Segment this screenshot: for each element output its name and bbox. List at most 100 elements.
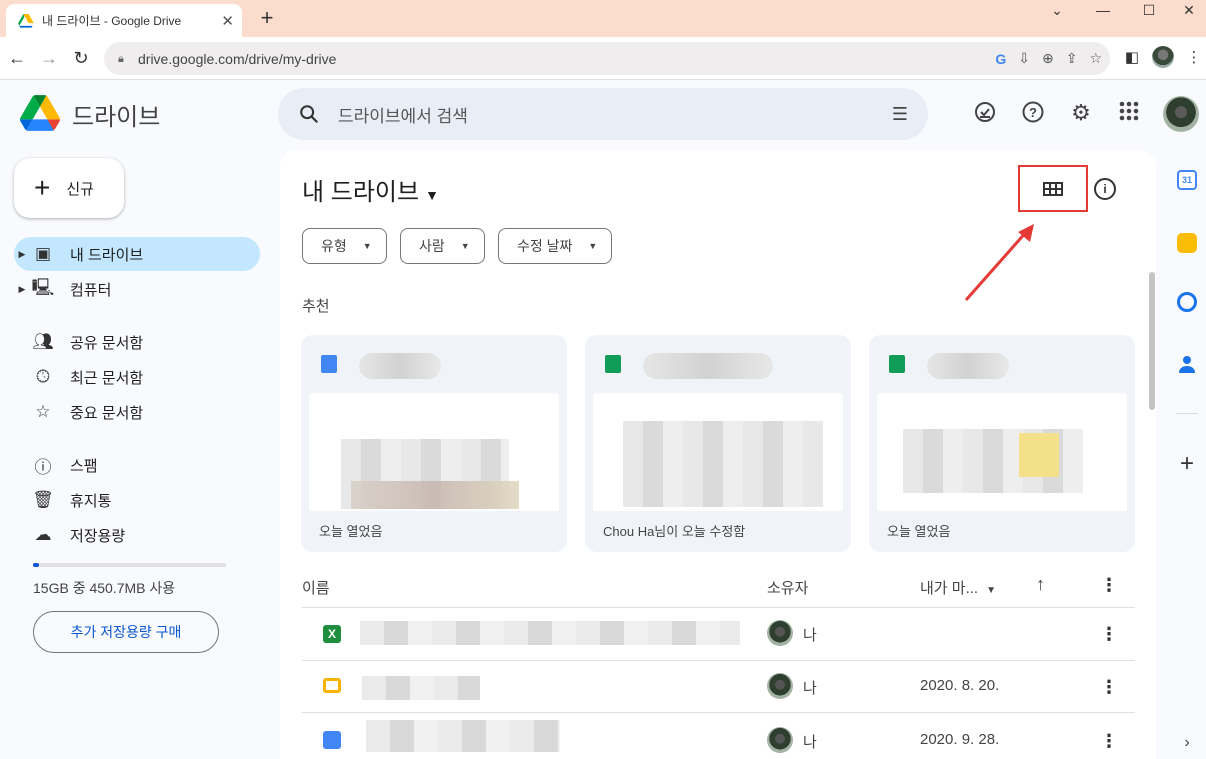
clock-icon: 🕓︎ bbox=[36, 367, 50, 386]
column-header-modified[interactable]: 내가 마... ▼ bbox=[920, 577, 996, 598]
zoom-icon[interactable]: ⊕ bbox=[1042, 50, 1054, 67]
sidebar-item-shared[interactable]: 👥︎ 공유 문서함 bbox=[14, 325, 260, 359]
new-button[interactable]: + 신규 bbox=[14, 158, 124, 218]
sidebar-item-storage[interactable]: ☁ 저장용량 bbox=[14, 518, 260, 552]
new-tab-button[interactable]: + bbox=[255, 6, 279, 30]
file-name-redacted[interactable] bbox=[366, 720, 560, 752]
owner-avatar bbox=[767, 673, 793, 699]
search-icon[interactable] bbox=[298, 103, 320, 125]
new-button-label: 신규 bbox=[66, 180, 94, 198]
sidebar-item-label: 최근 문서함 bbox=[70, 369, 144, 387]
close-tab-icon[interactable]: ✕ bbox=[221, 12, 234, 30]
search-placeholder: 드라이브에서 검색 bbox=[338, 106, 468, 126]
sidebar-item-label: 중요 문서함 bbox=[70, 404, 144, 422]
settings-gear-icon[interactable]: ⚙ bbox=[1068, 100, 1094, 126]
offline-ready-icon[interactable] bbox=[972, 100, 998, 126]
apps-grid-icon[interactable] bbox=[1116, 100, 1142, 126]
owner-name: 나 bbox=[803, 734, 817, 751]
row-more-options-icon[interactable]: ⋮ bbox=[1100, 624, 1118, 645]
file-name-redacted[interactable] bbox=[362, 676, 480, 700]
cloud-icon: ☁ bbox=[34, 525, 52, 544]
docs-icon bbox=[321, 355, 337, 373]
excel-icon: X bbox=[323, 625, 341, 643]
app-brand-name: 드라이브 bbox=[72, 104, 161, 131]
search-options-icon[interactable]: ☰ bbox=[892, 104, 908, 125]
tasks-icon[interactable] bbox=[1177, 292, 1197, 312]
shared-people-icon: 👥︎ bbox=[32, 332, 54, 351]
address-bar[interactable]: 🔒︎ drive.google.com/drive/my-drive G ⇩ ⊕… bbox=[104, 42, 1110, 75]
divider bbox=[302, 712, 1135, 713]
expand-caret-icon[interactable]: ▶ bbox=[14, 284, 30, 295]
side-panel-icon[interactable]: ◧ bbox=[1122, 45, 1142, 71]
sidebar-item-starred[interactable]: ☆ 중요 문서함 bbox=[14, 395, 260, 429]
card-subtitle: Chou Ha님이 오늘 수정함 bbox=[603, 524, 746, 539]
page-title[interactable]: 내 드라이브 ▼ bbox=[302, 172, 439, 207]
suggested-card[interactable]: 오늘 열었음 bbox=[301, 335, 567, 552]
info-icon[interactable]: i bbox=[1094, 178, 1116, 200]
account-avatar[interactable] bbox=[1163, 96, 1199, 132]
share-icon[interactable]: ⇪ bbox=[1066, 50, 1078, 67]
divider bbox=[302, 607, 1135, 608]
filter-chip-people[interactable]: 사람 ▼ bbox=[400, 228, 485, 264]
browser-menu-icon[interactable]: ⋮ bbox=[1186, 45, 1202, 71]
get-addons-plus-icon[interactable]: + bbox=[1176, 450, 1198, 478]
grid-view-icon bbox=[1043, 181, 1063, 196]
sidebar-item-computers[interactable]: ▶ 🖳︎ 컴퓨터 bbox=[14, 272, 260, 306]
card-thumbnail bbox=[877, 393, 1127, 511]
suggested-card[interactable]: 오늘 열었음 bbox=[869, 335, 1135, 552]
column-header-name[interactable]: 이름 bbox=[302, 577, 330, 598]
browser-tab-bar: 내 드라이브 - Google Drive ✕ + ⌄ — ☐ ✕ bbox=[0, 0, 1206, 37]
owner-avatar bbox=[767, 620, 793, 646]
profile-avatar[interactable] bbox=[1152, 46, 1176, 72]
minimize-button[interactable]: — bbox=[1080, 0, 1126, 20]
highlight-cell bbox=[1019, 433, 1059, 477]
close-window-button[interactable]: ✕ bbox=[1166, 0, 1206, 20]
install-icon[interactable]: ⇩ bbox=[1018, 50, 1030, 67]
sidebar-item-recent[interactable]: 🕓︎ 최근 문서함 bbox=[14, 360, 260, 394]
buy-storage-button[interactable]: 추가 저장용량 구매 bbox=[33, 611, 219, 653]
back-icon[interactable]: ← bbox=[6, 47, 28, 69]
filter-chip-modified[interactable]: 수정 날짜 ▼ bbox=[498, 228, 613, 264]
slides-icon bbox=[323, 678, 341, 693]
lock-icon[interactable]: 🔒︎ bbox=[118, 53, 128, 65]
card-title-redacted bbox=[643, 353, 773, 379]
google-icon[interactable]: G bbox=[995, 51, 1006, 67]
sort-direction-icon[interactable]: ↑ bbox=[1036, 574, 1045, 595]
dropdown-arrow-icon: ▼ bbox=[460, 241, 470, 251]
card-title-redacted bbox=[927, 353, 1009, 379]
file-name-redacted[interactable] bbox=[360, 621, 740, 645]
contacts-icon[interactable] bbox=[1177, 354, 1197, 374]
bookmark-star-icon[interactable]: ☆ bbox=[1089, 50, 1102, 67]
sidebar-item-trash[interactable]: 🗑︎ 휴지통 bbox=[14, 483, 260, 517]
help-icon[interactable]: ? bbox=[1020, 100, 1046, 126]
more-options-icon[interactable]: ⋮ bbox=[1100, 575, 1118, 596]
expand-caret-icon[interactable]: ▶ bbox=[14, 249, 30, 260]
row-more-options-icon[interactable]: ⋮ bbox=[1100, 677, 1118, 698]
browser-tab[interactable]: 내 드라이브 - Google Drive ✕ bbox=[6, 4, 242, 37]
keep-icon[interactable] bbox=[1177, 233, 1197, 253]
card-title-redacted bbox=[359, 353, 441, 379]
owner-name: 나 bbox=[803, 680, 817, 697]
drive-logo[interactable] bbox=[20, 95, 60, 131]
sidebar-item-spam[interactable]: ⓘ 스팸 bbox=[14, 448, 260, 482]
suggested-card[interactable]: Chou Ha님이 오늘 수정함 bbox=[585, 335, 851, 552]
sidebar-item-label: 컴퓨터 bbox=[70, 281, 112, 299]
sidebar-item-my-drive[interactable]: ▶ ▣ 내 드라이브 bbox=[14, 237, 260, 271]
calendar-icon[interactable]: 31 bbox=[1177, 170, 1197, 190]
reload-icon[interactable]: ↻ bbox=[70, 47, 92, 69]
tab-search-icon[interactable]: ⌄ bbox=[1034, 0, 1080, 20]
filter-label: 수정 날짜 bbox=[517, 238, 573, 254]
column-header-owner[interactable]: 소유자 bbox=[767, 577, 808, 598]
collapse-panel-chevron-icon[interactable]: › bbox=[1180, 734, 1194, 752]
row-more-options-icon[interactable]: ⋮ bbox=[1100, 731, 1118, 752]
filter-chip-type[interactable]: 유형 ▼ bbox=[302, 228, 387, 264]
scrollbar-thumb[interactable] bbox=[1149, 272, 1155, 410]
modified-date: 2020. 9. 28. bbox=[920, 731, 1000, 748]
sidebar-item-label: 내 드라이브 bbox=[70, 246, 144, 264]
modified-date: 2020. 8. 20. bbox=[920, 677, 1000, 694]
grid-view-button[interactable] bbox=[1018, 165, 1088, 212]
search-bar[interactable]: 드라이브에서 검색 ☰ bbox=[278, 88, 928, 140]
forward-icon[interactable]: → bbox=[38, 47, 60, 69]
sidebar-item-label: 스팸 bbox=[70, 457, 98, 475]
trash-icon: 🗑︎ bbox=[32, 490, 54, 509]
